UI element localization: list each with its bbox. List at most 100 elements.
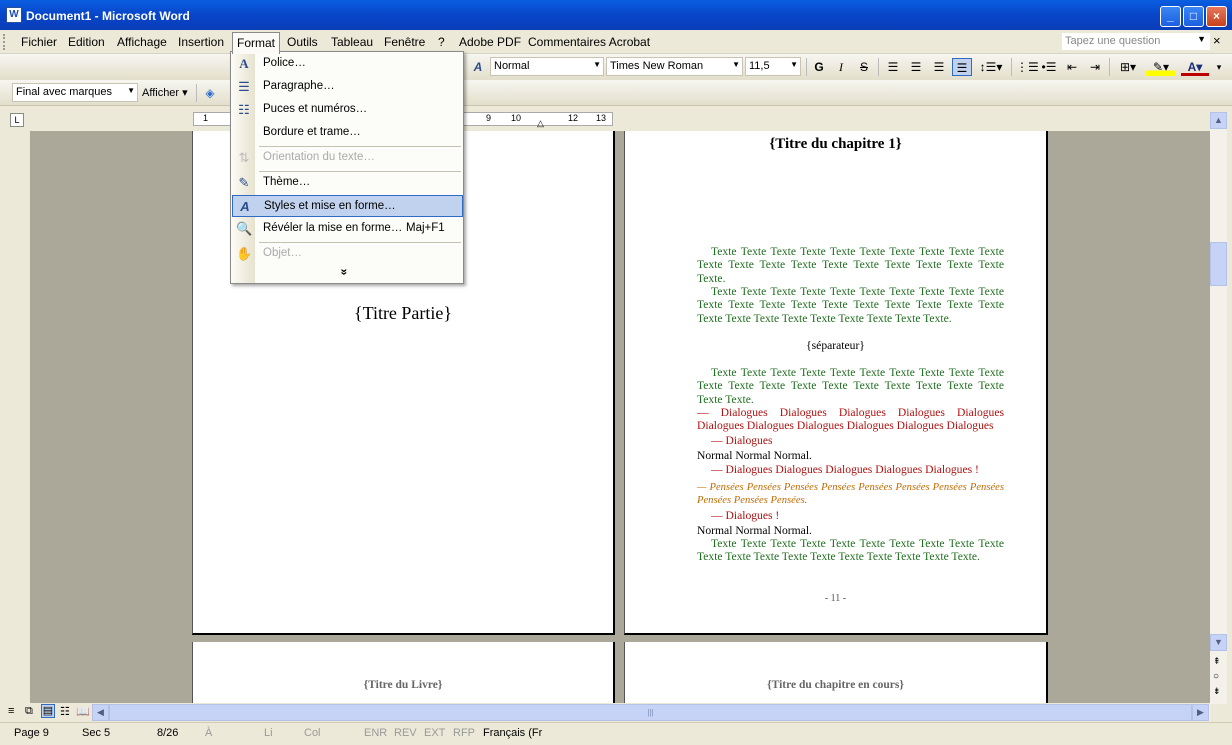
page-right-top[interactable]: {Titre du chapitre 1} Texte Texte Texte … xyxy=(624,131,1048,635)
styles-pane-icon[interactable]: A xyxy=(468,58,488,76)
toolbar-separator xyxy=(1011,58,1012,76)
menu-item-label: Thème… xyxy=(263,176,311,188)
status-ext[interactable]: EXT xyxy=(424,727,445,739)
separator-text: {séparateur} xyxy=(806,339,865,352)
highlight-icon[interactable]: ✎▾ xyxy=(1146,58,1176,76)
paragraph-icon: ☰ xyxy=(238,79,250,94)
menu-affichage[interactable]: Affichage xyxy=(117,35,167,49)
decrease-indent-icon[interactable]: ⇤ xyxy=(1062,58,1082,76)
markup-view-combo[interactable]: Final avec marques ▼ xyxy=(12,83,138,102)
status-line: Li xyxy=(264,727,273,739)
outline-view-icon[interactable]: ☷ xyxy=(60,705,70,718)
paragraph-normal: Normal Normal Normal. xyxy=(697,524,812,537)
print-layout-icon[interactable]: ▤ xyxy=(41,704,55,718)
menu-tableau[interactable]: Tableau xyxy=(331,35,373,49)
status-ovr[interactable]: RFP xyxy=(453,727,475,739)
menu-item-reveler[interactable]: 🔍 Révéler la mise en forme… Maj+F1 xyxy=(232,218,463,240)
strike-button[interactable]: S xyxy=(854,58,874,76)
menu-item-styles[interactable]: A Styles et mise en forme… xyxy=(232,195,463,217)
reading-view-icon[interactable]: 📖 xyxy=(76,705,90,718)
vertical-scroll-thumb[interactable] xyxy=(1210,242,1227,286)
menu-edition[interactable]: Edition xyxy=(68,35,105,49)
menu-fichier[interactable]: Fichier xyxy=(21,35,57,49)
align-right-icon[interactable]: ☰ xyxy=(929,58,949,76)
normal-view-icon[interactable]: ≡ xyxy=(8,705,14,717)
increase-indent-icon[interactable]: ⇥ xyxy=(1085,58,1105,76)
menu-outils[interactable]: Outils xyxy=(287,35,318,49)
font-color-icon[interactable]: A▾ xyxy=(1181,58,1209,76)
title-bar: W Document1 - Microsoft Word _ □ × xyxy=(0,0,1232,30)
vertical-scrollbar[interactable]: ▲ ▼ ⇞ ○ ⇟ xyxy=(1210,112,1227,704)
close-document-icon[interactable]: × xyxy=(1213,33,1221,48)
font-size-combo[interactable]: 11,5 ▼ xyxy=(745,57,801,76)
menu-item-police[interactable]: A Police… xyxy=(232,53,463,75)
web-view-icon[interactable]: ⧉ xyxy=(25,705,33,718)
status-section: Sec 5 xyxy=(82,727,111,739)
tab-selector[interactable]: L xyxy=(10,113,24,127)
font-combo[interactable]: Times New Roman ▼ xyxy=(606,57,743,76)
menu-insertion[interactable]: Insertion xyxy=(178,35,224,49)
styles-icon: A xyxy=(240,199,250,214)
scroll-up-button[interactable]: ▲ xyxy=(1210,112,1227,129)
menu-item-bordure[interactable]: Bordure et trame… xyxy=(232,122,463,144)
style-combo[interactable]: Normal ▼ xyxy=(490,57,604,76)
browse-object-icon[interactable]: ○ xyxy=(1213,671,1219,682)
page-left-bottom[interactable]: {Titre du Livre} xyxy=(192,642,615,703)
toolbar-separator xyxy=(196,84,197,102)
minimize-button[interactable]: _ xyxy=(1160,6,1181,27)
word-app-icon[interactable]: W xyxy=(6,7,22,23)
menu-item-theme[interactable]: ✎ Thème… xyxy=(232,172,463,194)
close-button[interactable]: × xyxy=(1206,6,1227,27)
toolbar-grip[interactable] xyxy=(3,34,6,50)
align-left-icon[interactable]: ☰ xyxy=(883,58,903,76)
page-right-bottom[interactable]: {Titre du chapitre en cours} xyxy=(624,642,1048,703)
reviewing-toolbar: Final avec marques ▼ Afficher ▾ ◈ xyxy=(0,80,1232,106)
scroll-left-button[interactable]: ◀ xyxy=(92,704,109,721)
ask-question-box[interactable]: Tapez une question ▼ xyxy=(1062,33,1210,50)
menu-adobe-pdf[interactable]: Adobe PDF xyxy=(459,35,521,49)
bullets-icon: ☷ xyxy=(238,102,250,117)
menu-item-puces[interactable]: ☷ Puces et numéros… xyxy=(232,99,463,121)
scroll-right-button[interactable]: ▶ xyxy=(1192,704,1209,721)
align-center-icon[interactable]: ☰ xyxy=(906,58,926,76)
menu-item-paragraphe[interactable]: ☰ Paragraphe… xyxy=(232,76,463,98)
right-indent-marker-icon[interactable]: △ xyxy=(537,118,544,129)
menu-item-label: Révéler la mise en forme… xyxy=(263,222,403,234)
toolbar-separator xyxy=(878,58,879,76)
bold-button[interactable]: G xyxy=(809,58,829,76)
maximize-button[interactable]: □ xyxy=(1183,6,1204,27)
menu-fenetre[interactable]: Fenêtre xyxy=(384,35,425,49)
line-spacing-icon[interactable]: ↕☰▾ xyxy=(976,58,1006,76)
toolbar-options-icon[interactable]: ▾ xyxy=(1212,58,1226,76)
status-rec[interactable]: ENR xyxy=(364,727,387,739)
numbering-icon[interactable]: ⋮☰ xyxy=(1016,58,1039,76)
next-page-icon[interactable]: ⇟ xyxy=(1213,686,1221,697)
bullets-icon[interactable]: •☰ xyxy=(1039,58,1059,76)
menu-format[interactable]: Format xyxy=(232,32,281,54)
ruler-number: 1 xyxy=(203,113,209,123)
horizontal-scroll-thumb[interactable]: ||| xyxy=(109,704,1192,721)
status-col: Col xyxy=(304,727,321,739)
menu-item-label: Bordure et trame… xyxy=(263,126,361,138)
chevron-down-icon: ▼ xyxy=(732,60,740,69)
menu-help[interactable]: ? xyxy=(438,35,445,49)
menu-item-label: Objet… xyxy=(263,247,302,259)
expand-menu-icon[interactable]: » xyxy=(337,269,351,276)
paragraph-thoughts: — Pensées Pensées Pensées Pensées Pensée… xyxy=(697,482,1004,507)
menu-item-orientation: ⇅ Orientation du texte… xyxy=(232,147,463,169)
format-menu: A Police… ☰ Paragraphe… ☷ Puces et numér… xyxy=(230,51,464,284)
horizontal-scrollbar[interactable]: ◀ ||| ▶ xyxy=(92,704,1210,721)
menu-commentaires-acrobat[interactable]: Commentaires Acrobat xyxy=(528,35,650,49)
menu-item-label: Paragraphe… xyxy=(263,80,335,92)
chevron-down-icon[interactable]: ▼ xyxy=(1197,34,1206,44)
borders-icon[interactable]: ⊞▾ xyxy=(1113,58,1143,76)
show-menu-button[interactable]: Afficher ▾ xyxy=(142,86,188,99)
previous-change-icon[interactable]: ◈ xyxy=(200,84,220,102)
italic-button[interactable]: I xyxy=(831,58,851,76)
previous-page-icon[interactable]: ⇞ xyxy=(1213,656,1221,667)
justify-icon[interactable]: ☰ xyxy=(952,58,972,76)
status-trk[interactable]: REV xyxy=(394,727,417,739)
formatting-toolbar: A Normal ▼ Times New Roman ▼ 11,5 ▼ G I S ☰… xyxy=(0,54,1232,80)
scroll-down-button[interactable]: ▼ xyxy=(1210,634,1227,651)
document-workspace: {Titre Partie} {Titre du chapitre 1} Tex… xyxy=(0,131,1210,703)
